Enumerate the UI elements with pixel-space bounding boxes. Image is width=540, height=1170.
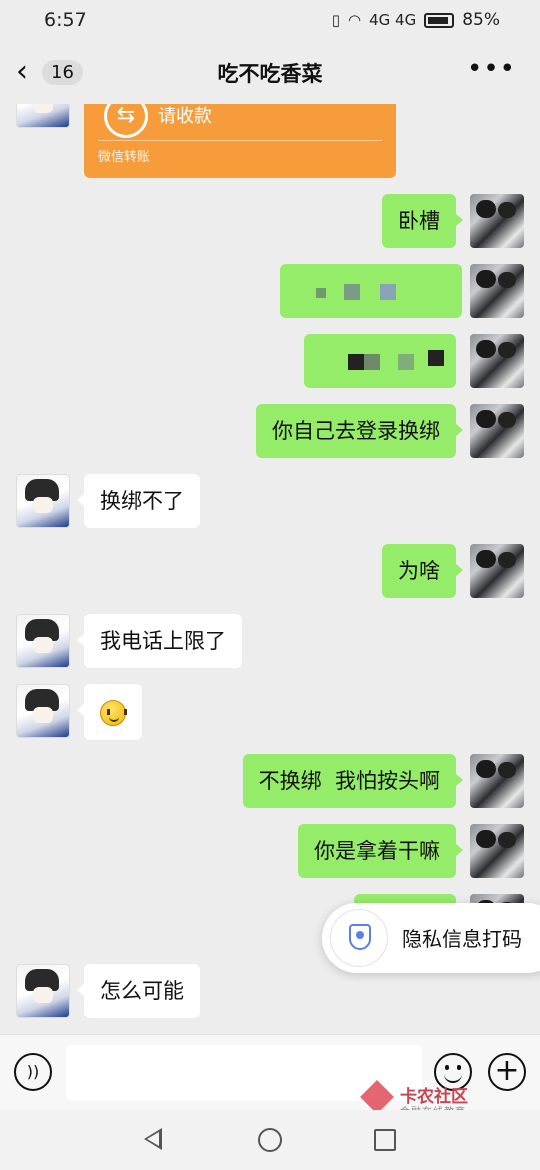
status-time: 6:57 — [44, 9, 87, 31]
avatar-other[interactable] — [16, 684, 70, 738]
avatar-me[interactable] — [470, 544, 524, 598]
transfer-arrows-icon: ⇆ — [104, 104, 148, 138]
message-bubble-me[interactable]: 你自己去登录换绑 — [256, 404, 463, 458]
avatar-me[interactable] — [470, 824, 524, 878]
transfer-label: 请收款 — [158, 106, 212, 127]
transfer-divider — [98, 140, 382, 141]
avatar-me[interactable] — [470, 264, 524, 318]
avatar-me[interactable] — [470, 334, 524, 388]
avatar-other[interactable] — [16, 614, 70, 668]
redaction-pixel — [344, 284, 360, 300]
message-bubble-me[interactable]: 不换绑 我怕按头啊 — [242, 754, 464, 808]
smile-emoji-icon — [100, 700, 127, 726]
redaction-pixel — [398, 354, 414, 370]
transfer-card[interactable]: ⇆ 请收款 微信转账 — [84, 104, 396, 178]
chat-title: 吃不吃香菜 — [217, 62, 323, 86]
privacy-mask-button[interactable]: 隐私信息打码 — [322, 903, 540, 973]
message-bubble-me-redacted[interactable] — [280, 264, 462, 318]
redaction-pixel — [380, 284, 396, 300]
redaction-pixel — [364, 354, 380, 370]
signal-icon: 4G 4G — [369, 11, 417, 29]
avatar-me[interactable] — [470, 754, 524, 808]
message-bubble-me[interactable]: 为啥 — [382, 544, 463, 598]
chat-header: ‹ 16 吃不吃香菜 ••• — [0, 42, 540, 104]
privacy-mask-label: 隐私信息打码 — [402, 927, 522, 951]
avatar-me[interactable] — [470, 194, 524, 248]
message-bubble-me[interactable]: 卧槽 — [382, 194, 463, 248]
avatar-other[interactable] — [16, 964, 70, 1018]
message-bubble-other-emoji[interactable] — [77, 684, 142, 740]
transfer-footer: 微信转账 — [98, 150, 151, 165]
message-bubble-other[interactable]: 怎么可能 — [77, 964, 200, 1018]
plus-icon[interactable]: + — [488, 1053, 526, 1091]
watermark-logo-icon — [360, 1080, 394, 1114]
battery-icon — [424, 12, 455, 28]
status-icons: ▯ ◠ 4G 4G 85% — [332, 10, 500, 30]
privacy-icon-circle — [330, 909, 388, 967]
message-bubble-me[interactable]: 你是拿着干嘛 — [298, 824, 463, 878]
system-navigation-bar — [0, 1110, 540, 1170]
redaction-pixel — [348, 354, 364, 370]
avatar-me[interactable] — [470, 404, 524, 458]
message-list[interactable]: ⇆ 请收款 微信转账 卧槽 你自己去登录换绑 换绑不了 为啥 我电话上限了 不换… — [0, 104, 540, 1034]
nav-back-icon[interactable] — [144, 1128, 162, 1150]
avatar-other[interactable] — [16, 474, 70, 528]
message-bubble-other[interactable]: 我电话上限了 — [77, 614, 242, 668]
redaction-pixel — [428, 350, 444, 366]
battery-percent: 85% — [462, 10, 500, 30]
nav-recents-icon[interactable] — [374, 1129, 396, 1151]
wifi-icon: ◠ — [348, 11, 362, 29]
nav-home-icon[interactable] — [258, 1128, 282, 1152]
more-dots-icon[interactable]: ••• — [467, 54, 516, 84]
status-bar: 6:57 ▯ ◠ 4G 4G 85% — [0, 0, 540, 42]
shield-user-icon — [349, 924, 371, 950]
vibrate-icon: ▯ — [331, 11, 340, 29]
avatar-other[interactable] — [16, 104, 70, 128]
voice-icon[interactable]: )) — [14, 1053, 52, 1091]
message-bubble-other[interactable]: 换绑不了 — [77, 474, 200, 528]
message-bubble-me-redacted[interactable] — [304, 334, 456, 388]
redaction-pixel — [316, 288, 326, 298]
